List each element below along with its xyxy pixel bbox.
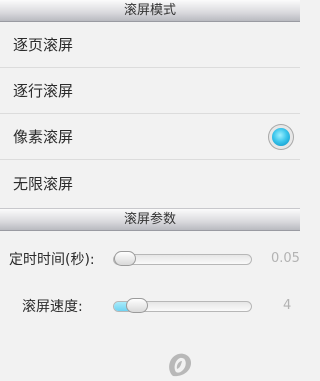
- option-label: 逐页滚屏: [13, 36, 74, 54]
- scroll-mode-option-page[interactable]: 逐页滚屏: [0, 22, 300, 68]
- speed-value: 4: [283, 298, 292, 313]
- timer-slider-thumb[interactable]: [114, 251, 136, 266]
- app-logo-icon: [169, 353, 192, 377]
- scroll-mode-list: 逐页滚屏 逐行滚屏 像素滚屏 无限滚屏: [0, 22, 300, 206]
- speed-slider[interactable]: [113, 298, 252, 313]
- timer-row: 定时时间(秒): 0.05: [0, 239, 300, 279]
- scroll-mode-title: 滚屏模式: [123, 3, 176, 18]
- scroll-params-panel: 定时时间(秒): 0.05 滚屏速度: 4: [0, 231, 300, 377]
- scroll-mode-option-pixel[interactable]: 像素滚屏: [0, 114, 300, 160]
- option-label: 逐行滚屏: [13, 82, 74, 100]
- scroll-mode-header: 滚屏模式: [0, 0, 300, 22]
- scroll-params-header: 滚屏参数: [0, 208, 300, 231]
- scroll-params-title: 滚屏参数: [123, 212, 176, 227]
- timer-value: 0.05: [271, 251, 300, 266]
- speed-row: 滚屏速度: 4: [0, 286, 300, 326]
- timer-slider[interactable]: [113, 251, 252, 266]
- selected-radio-icon[interactable]: [272, 127, 290, 146]
- scroll-mode-option-infinite[interactable]: 无限滚屏: [0, 160, 300, 206]
- speed-label: 滚屏速度:: [22, 299, 83, 315]
- speed-slider-thumb[interactable]: [125, 298, 148, 313]
- option-label: 像素滚屏: [13, 128, 74, 146]
- timer-label: 定时时间(秒):: [9, 252, 95, 268]
- option-label: 无限滚屏: [13, 174, 74, 193]
- scroll-mode-option-line[interactable]: 逐行滚屏: [0, 68, 300, 114]
